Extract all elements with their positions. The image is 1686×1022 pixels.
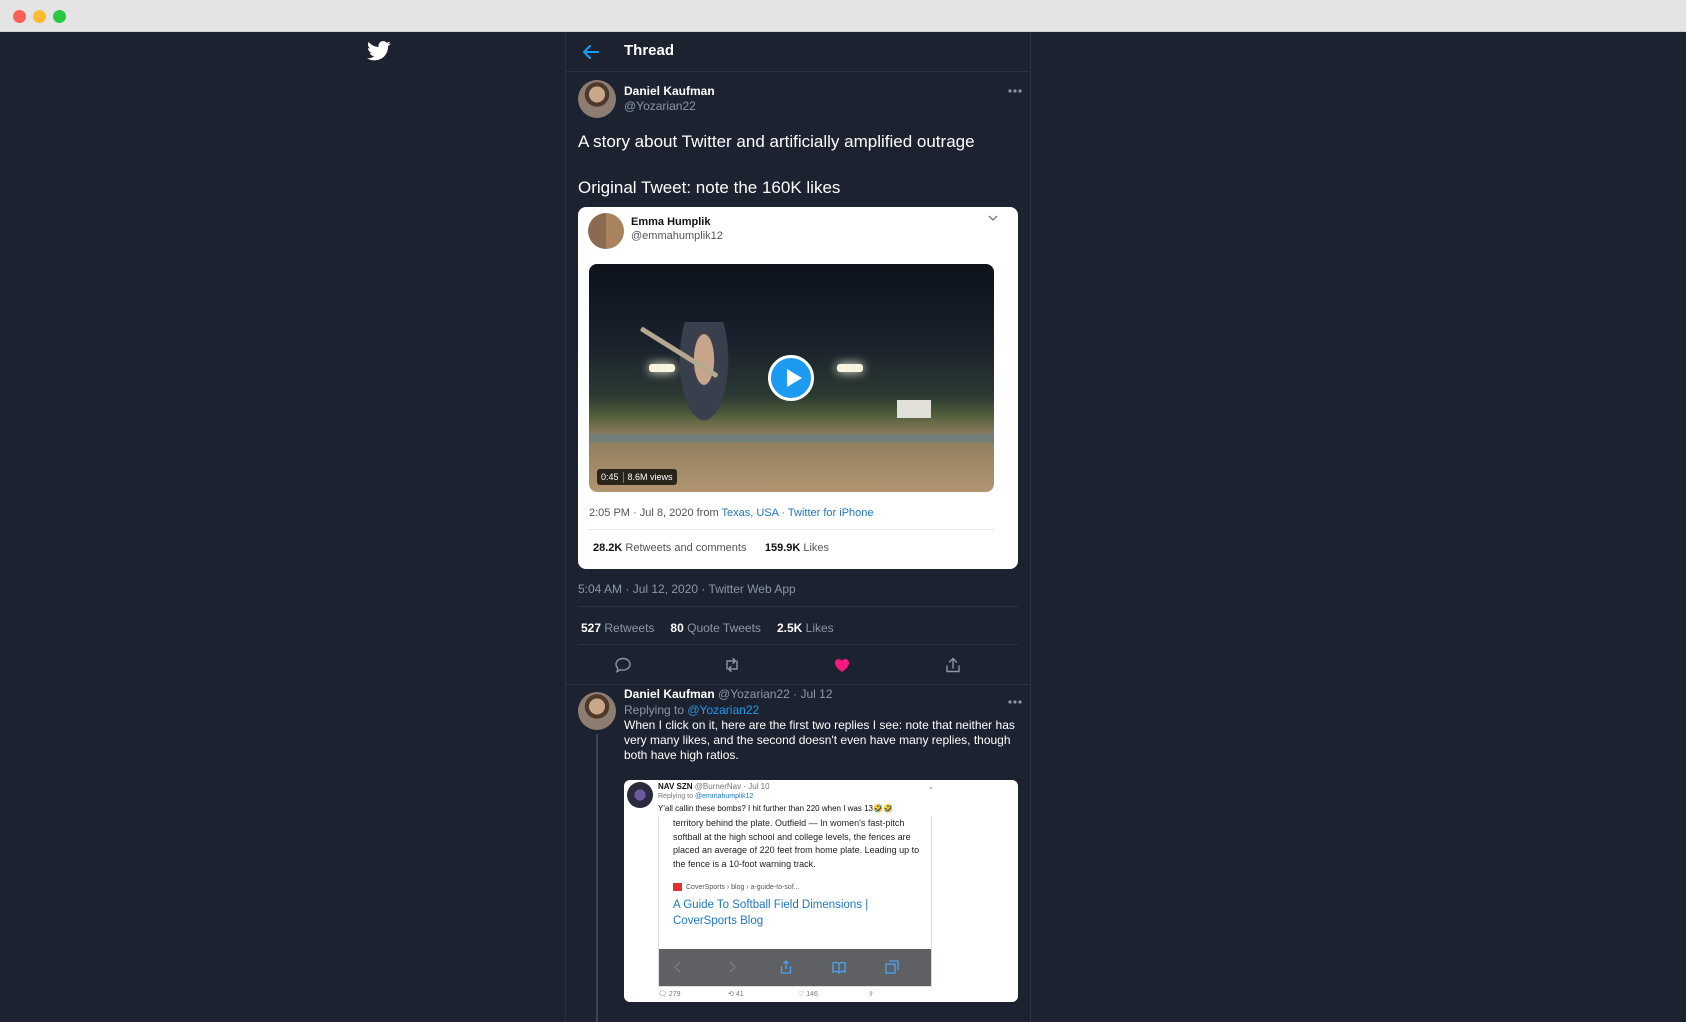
page-title: Thread [624,42,675,59]
video-thumbnail[interactable]: 0:45 8.6M views [589,264,994,492]
safari-toolbar [659,949,931,986]
video-duration: 0:45 [601,472,619,482]
quote-tweets-stat[interactable]: 80 Quote Tweets [670,621,761,635]
batter-figure [669,322,739,447]
screenshot-replying-prefix: Replying to [658,793,695,800]
like-icon[interactable] [833,657,851,673]
stadium-light [837,364,863,372]
back-icon [673,961,681,973]
tweet-stats: 527 Retweets 80 Quote Tweets 2.5K Likes [581,621,834,635]
reply-icon[interactable] [614,657,632,673]
reply-text: When I click on it, here are the first t… [624,718,1015,762]
maximize-window-button[interactable] [53,10,66,23]
tweet-text-line2: Original Tweet: note the 160K likes [578,178,841,197]
chevron-down-icon: ⌄ [928,784,934,791]
screenshot-replies: 🗨 279 [658,991,681,998]
screenshot-page-link: A Guide To Softball Field Dimensions | C… [673,899,869,927]
embedded-tweet-meta: 2:05 PM · Jul 8, 2020 from Texas, USA · … [589,507,874,519]
screenshot-source-text: CoverSports › blog › a-guide-to-sof... [686,883,800,891]
divider [578,606,1018,607]
back-arrow-icon[interactable] [582,44,600,60]
screenshot-retweets: ⟲ 41 [728,991,744,998]
embedded-sep: · [778,507,788,519]
divider [589,529,994,530]
screenshot-handle-date: @BurnerNav · Jul 10 [694,782,770,791]
screenshot-safari-page: territory behind the plate. Outfield — I… [658,817,932,987]
twitter-bird-icon[interactable] [367,40,391,62]
reply-screenshot-image[interactable]: NAV SZN @BurnerNav · Jul 10 ⌄ Replying t… [624,780,1018,1002]
embedded-likes-count: 159.9K [764,542,801,554]
likes-stat[interactable]: 2.5K Likes [777,621,834,635]
minimize-window-button[interactable] [33,10,46,23]
video-stats: 0:45 8.6M views [597,469,677,485]
embedded-author-handle: @emmahumplik12 [631,230,723,242]
avatar[interactable] [578,80,616,118]
retweet-icon[interactable] [723,657,741,673]
avatar[interactable] [578,692,616,730]
embedded-likes-label: Likes [803,542,830,554]
screenshot-page-source: CoverSports › blog › a-guide-to-sof... [673,883,800,891]
embedded-avatar [588,213,624,249]
embedded-client-link: Twitter for iPhone [787,507,874,519]
author-handle[interactable]: @Yozarian22 [624,99,696,113]
scoreboard [897,400,931,418]
embedded-time: 2:05 PM · Jul 8, 2020 from [589,507,722,519]
embedded-tweet-stats: 28.2K Retweets and comments 159.9K Likes [593,542,829,554]
divider [566,684,1030,685]
outfield-fence [589,434,994,442]
embedded-location-link: Texas, USA [721,507,779,519]
embedded-retweets-label: Retweets and comments [625,542,747,554]
tweet-timestamp[interactable]: 5:04 AM · Jul 12, 2020 · Twitter Web App [578,582,796,596]
forward-icon [729,961,737,973]
author-name[interactable]: Daniel Kaufman [624,84,715,98]
share-icon [780,960,792,974]
replying-to-link[interactable]: @Yozarian22 [687,703,759,717]
thread-header: Thread [566,32,1030,72]
reply-handle-date[interactable]: @Yozarian22 · Jul 12 [718,687,832,701]
chevron-down-icon [988,215,998,221]
screenshot-text: Y'all callin these bombs? I hit further … [658,804,893,813]
replying-prefix: Replying to [624,703,688,717]
embedded-tweet-image[interactable]: Emma Humplik @emmahumplik12 0:45 8.6M vi… [578,207,1018,569]
tabs-icon [885,960,899,974]
tweet-text-line1: A story about Twitter and artificially a… [578,132,975,151]
screenshot-share: ⇪ [868,991,874,998]
window-titlebar [0,0,1686,32]
bookmarks-icon [832,961,846,974]
replying-to: Replying to @Yozarian22 [624,703,759,717]
video-views: 8.6M views [627,472,673,482]
retweets-stat[interactable]: 527 Retweets [581,621,654,635]
divider [578,644,1018,645]
screenshot-page-text: territory behind the plate. Outfield — I… [673,818,920,869]
screenshot-avatar [627,782,653,808]
share-icon[interactable] [944,657,962,673]
thread-connector-line [596,734,598,1022]
reply-author-name[interactable]: Daniel Kaufman [624,687,715,701]
screenshot-author-name: NAV SZN [658,782,693,791]
play-button[interactable] [768,355,814,401]
thread-column: Thread Daniel Kaufman @Yozarian22 A stor… [565,32,1031,1022]
screenshot-replying-link: @emmahumplik12 [694,793,754,800]
site-favicon-icon [673,883,682,891]
embedded-author-name: Emma Humplik [631,216,711,228]
reply-header: Daniel Kaufman @Yozarian22 · Jul 12 [624,687,833,701]
embedded-retweets-count: 28.2K [593,542,623,554]
screenshot-author: NAV SZN @BurnerNav · Jul 10 [658,782,770,791]
screenshot-likes: ♡ 146 [798,991,818,998]
more-options-icon[interactable] [1008,700,1022,704]
screenshot-replying: Replying to @emmahumplik12 [658,793,753,800]
close-window-button[interactable] [13,10,26,23]
more-options-icon[interactable] [1008,89,1022,93]
